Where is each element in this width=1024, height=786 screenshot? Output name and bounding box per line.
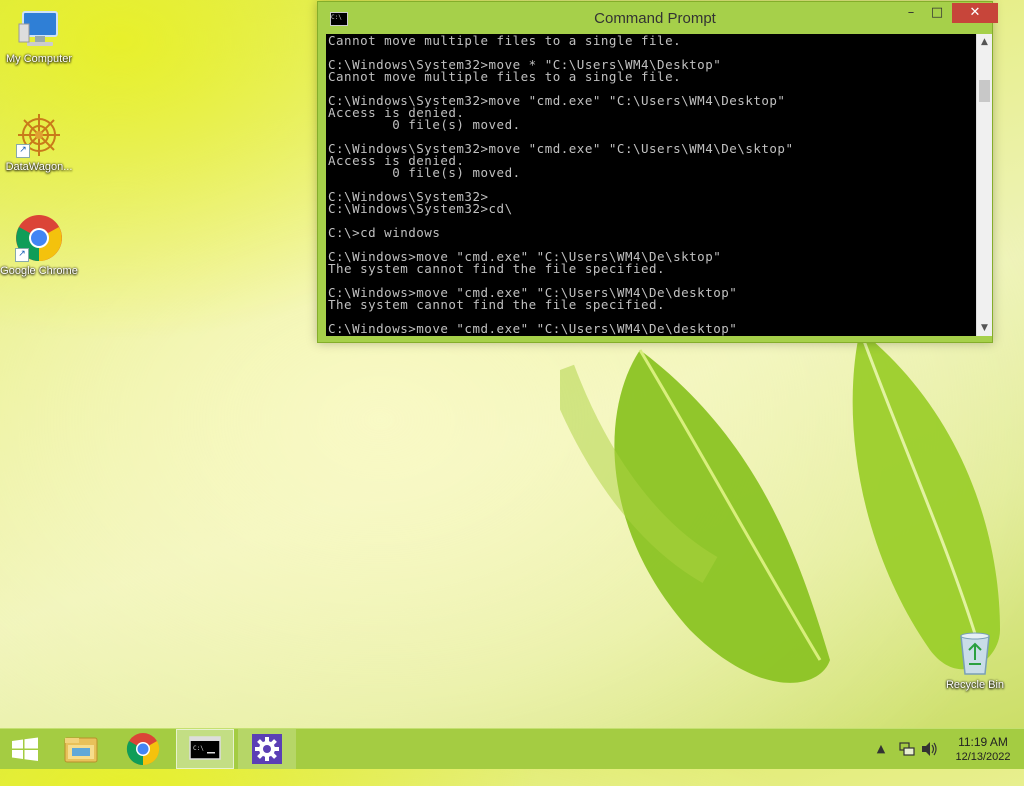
- console-text[interactable]: Cannot move multiple files to a single f…: [328, 34, 794, 336]
- folder-icon: [64, 737, 98, 763]
- shortcut-arrow-icon: ↗: [15, 248, 29, 262]
- desktop-icon-label: Google Chrome: [0, 265, 78, 277]
- taskbar: C:\ ▲ 11:19 AM 12/13/2022: [0, 728, 1024, 769]
- volume-icon[interactable]: [920, 729, 938, 769]
- datawagon-icon: ↗: [16, 112, 62, 158]
- chrome-icon: [126, 733, 160, 766]
- taskbar-command-prompt[interactable]: C:\: [176, 729, 234, 769]
- taskbar-settings[interactable]: [238, 729, 296, 769]
- desktop-icon-google-chrome[interactable]: ↗ Google Chrome: [0, 214, 78, 279]
- console-output[interactable]: Cannot move multiple files to a single f…: [326, 34, 976, 336]
- command-prompt-window[interactable]: C:\ Command Prompt – □ ✕ Cannot move mul…: [317, 1, 998, 343]
- console-line: C:\>cd windows: [328, 225, 441, 240]
- taskbar-file-explorer[interactable]: [56, 729, 106, 769]
- scroll-down-arrow-icon[interactable]: ▼: [977, 320, 992, 336]
- console-line: C:\Windows>move "cmd.exe" "C:\Users\WM4\…: [328, 321, 738, 336]
- clock-date: 12/13/2022: [955, 751, 1011, 763]
- console-line: Cannot move multiple files to a single f…: [328, 34, 682, 48]
- windows-logo-icon: [12, 737, 38, 761]
- console-line: 0 file(s) moved.: [392, 117, 521, 132]
- vertical-scrollbar[interactable]: ▲ ▼: [976, 34, 992, 336]
- show-hidden-icons-chevron-icon[interactable]: ▲: [874, 729, 888, 769]
- taskbar-google-chrome[interactable]: [118, 729, 168, 769]
- gear-icon: [252, 734, 282, 764]
- desktop-icon-label: My Computer: [5, 53, 73, 65]
- close-button[interactable]: ✕: [952, 3, 998, 23]
- desktop-icon-datawagon[interactable]: ↗ DataWagon...: [0, 112, 78, 175]
- minimize-button[interactable]: –: [898, 3, 924, 23]
- cmd-icon: C:\: [189, 736, 221, 760]
- console-line: The system cannot find the file specifie…: [328, 261, 666, 276]
- recycle-bin-icon: [955, 630, 995, 676]
- desktop-icon-my-computer[interactable]: My Computer: [0, 10, 78, 67]
- clock[interactable]: 11:19 AM 12/13/2022: [944, 729, 1022, 769]
- svg-text:C:\: C:\: [193, 745, 204, 752]
- desktop-icon-recycle-bin[interactable]: Recycle Bin: [936, 630, 1014, 693]
- console-line: The system cannot find the file specifie…: [328, 297, 666, 312]
- my-computer-icon: [17, 10, 61, 50]
- title-bar[interactable]: C:\ Command Prompt – □ ✕: [318, 2, 998, 34]
- window-title: Command Prompt: [594, 10, 716, 27]
- console-line: C:\Windows\System32>cd\: [328, 201, 513, 216]
- desktop-icon-label: Recycle Bin: [945, 679, 1005, 691]
- console-line: Cannot move multiple files to a single f…: [328, 69, 682, 84]
- desktop-icon-label: DataWagon...: [5, 161, 73, 173]
- start-button[interactable]: [0, 729, 50, 769]
- scrollbar-thumb[interactable]: [979, 80, 990, 102]
- console-line: 0 file(s) moved.: [392, 165, 521, 180]
- network-icon[interactable]: [898, 729, 916, 769]
- shortcut-arrow-icon: ↗: [16, 144, 30, 158]
- chrome-icon: ↗: [15, 214, 63, 262]
- scroll-up-arrow-icon[interactable]: ▲: [977, 34, 992, 50]
- clock-time: 11:19 AM: [958, 735, 1008, 749]
- maximize-button[interactable]: □: [924, 3, 950, 23]
